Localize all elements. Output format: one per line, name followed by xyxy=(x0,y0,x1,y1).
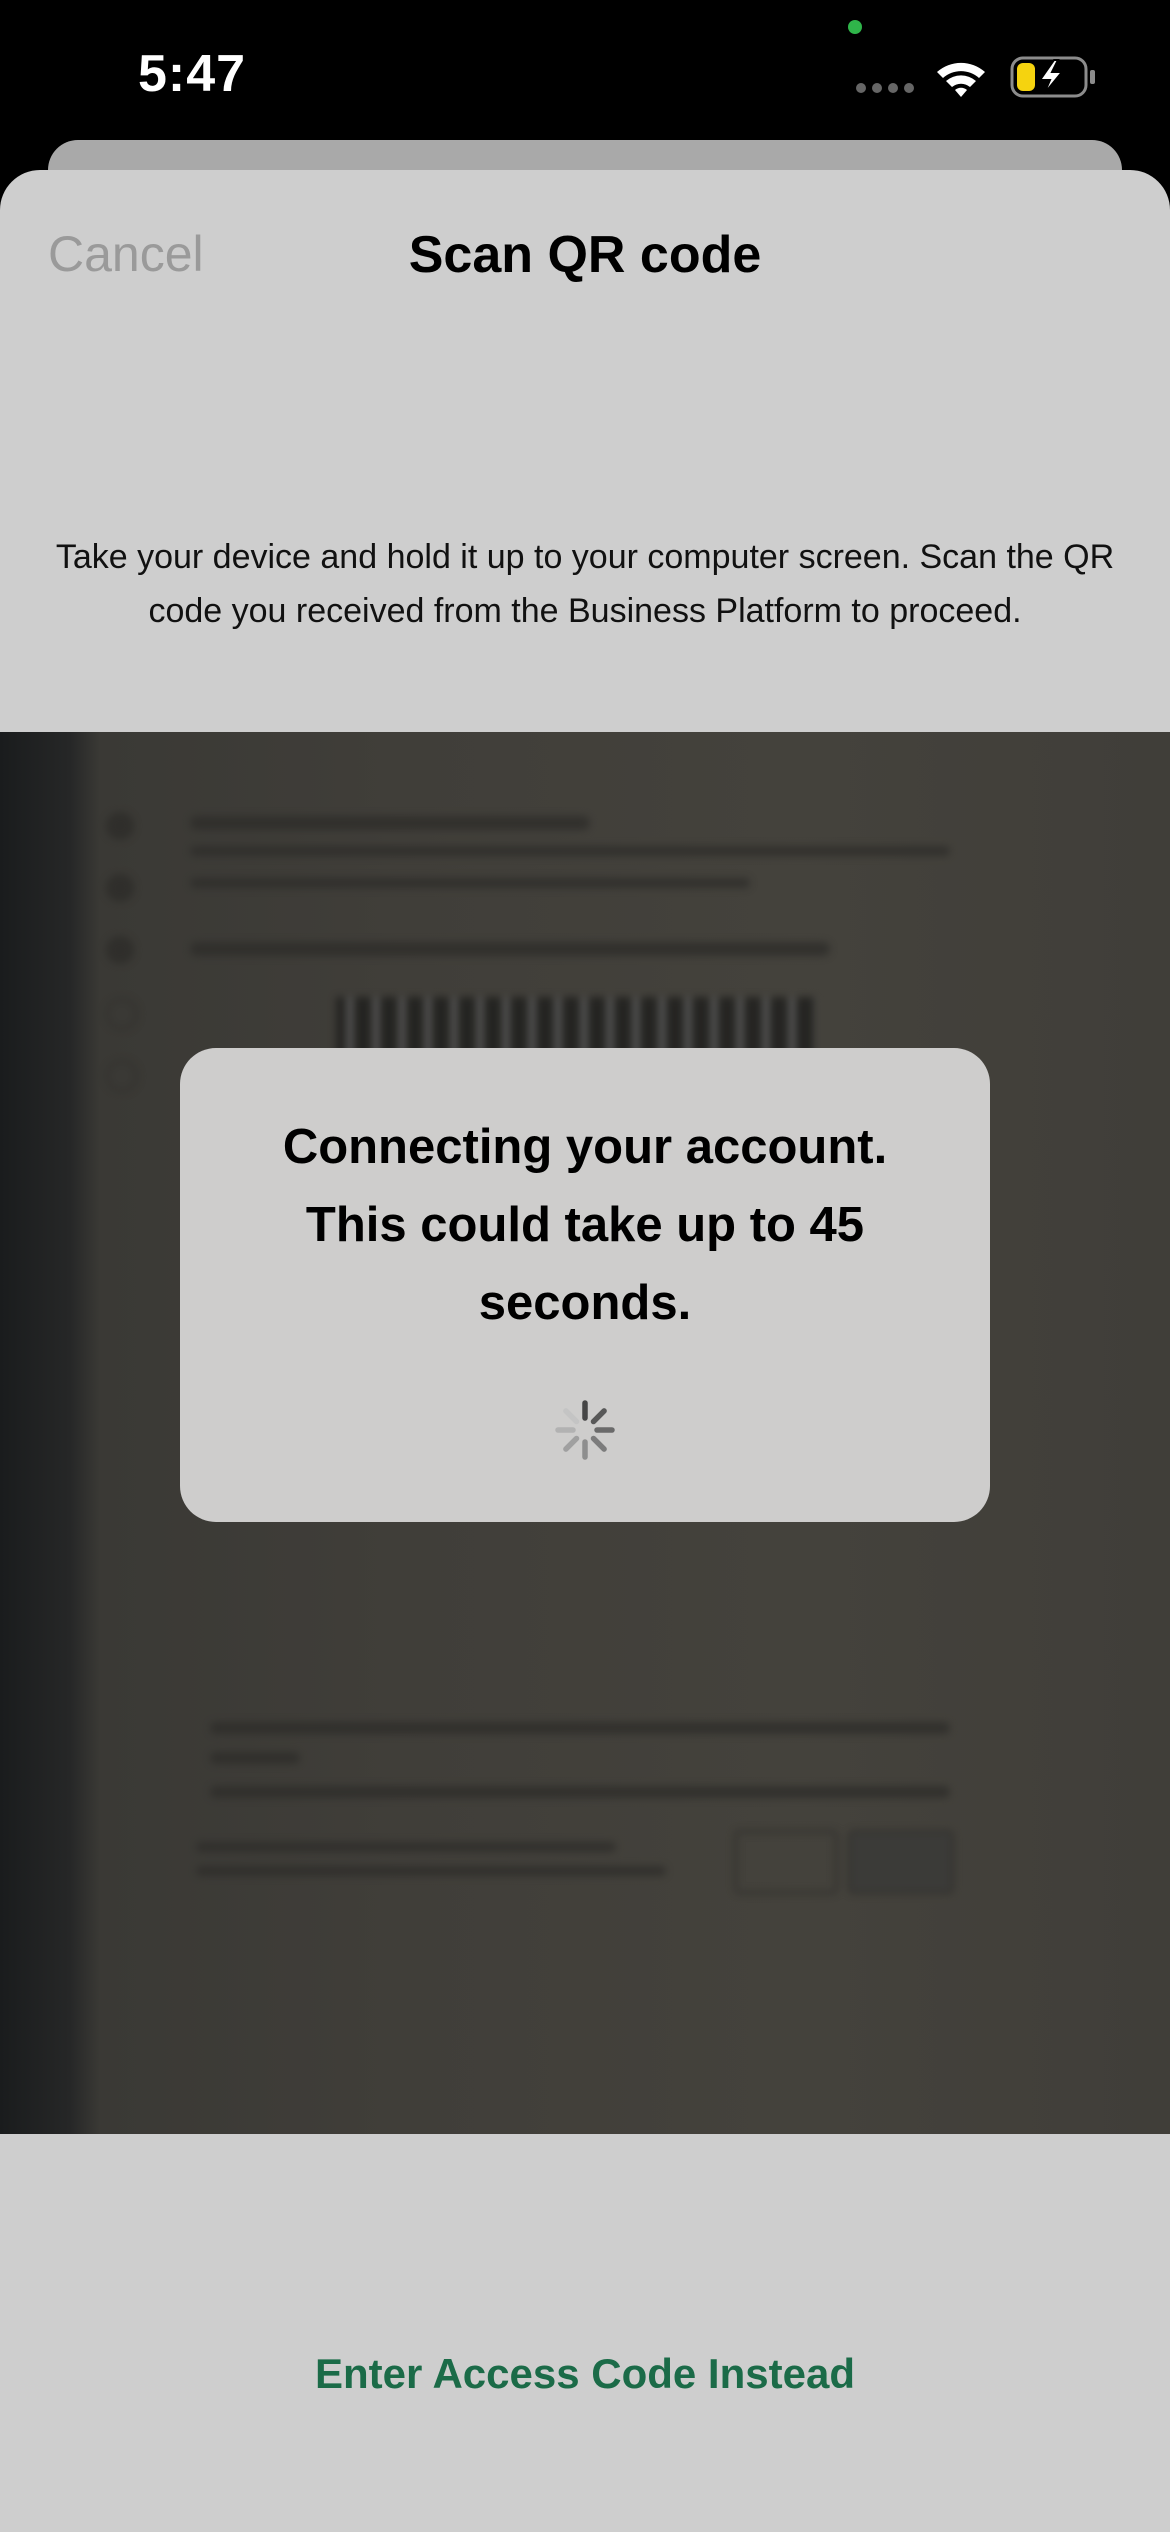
spinner-spoke xyxy=(590,1408,607,1425)
camera-in-use-indicator xyxy=(848,20,862,34)
connecting-dialog: Connecting your account. This could take… xyxy=(180,1048,990,1522)
wifi-icon xyxy=(937,62,985,97)
spinner-spoke xyxy=(590,1435,607,1452)
connecting-message: Connecting your account. This could take… xyxy=(282,1120,888,1330)
spinner-spoke xyxy=(563,1435,580,1452)
status-bar: 5:47 xyxy=(0,0,1170,150)
battery-charging-icon xyxy=(1010,56,1095,98)
status-time: 5:47 xyxy=(138,45,247,103)
spinner-spoke xyxy=(563,1408,580,1425)
enter-access-code-button[interactable]: Enter Access Code Instead xyxy=(0,2350,1170,2398)
activity-spinner-icon xyxy=(555,1400,615,1460)
cellular-signal-icon xyxy=(856,83,914,93)
cancel-button[interactable]: Cancel xyxy=(48,225,204,283)
scan-instructions: Take your device and hold it up to your … xyxy=(55,538,1115,630)
